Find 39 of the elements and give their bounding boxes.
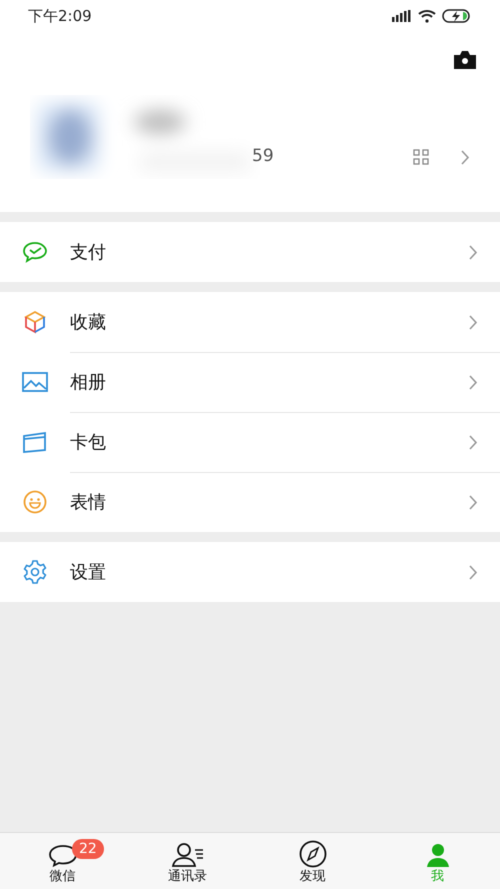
qr-code-icon[interactable] xyxy=(413,149,429,165)
wifi-icon xyxy=(418,9,436,23)
signal-icon xyxy=(392,10,412,22)
compass-icon xyxy=(298,840,326,868)
chevron-right-icon xyxy=(469,244,478,260)
tab[interactable]: 微信 22 xyxy=(0,833,125,889)
menu-label: 卡包 xyxy=(70,430,107,454)
menu-item[interactable]: 相册 xyxy=(0,352,500,412)
menu-label: 设置 xyxy=(70,560,107,584)
menu-item[interactable]: 支付 xyxy=(0,222,500,282)
menu-item[interactable]: 设置 xyxy=(0,542,500,602)
menu-label: 表情 xyxy=(70,490,107,514)
wechat-id: 59 xyxy=(252,145,274,168)
contacts-icon xyxy=(170,842,204,868)
tab[interactable]: 发现 xyxy=(250,833,375,889)
menu-label: 支付 xyxy=(70,240,107,264)
smiley-icon xyxy=(23,490,47,514)
menu-item[interactable]: 表情 xyxy=(0,472,500,532)
landscape-image-icon xyxy=(22,372,48,392)
tab[interactable]: 通讯录 xyxy=(125,833,250,889)
menu-label: 收藏 xyxy=(70,310,107,334)
battery-icon xyxy=(442,9,472,23)
chevron-right-icon xyxy=(469,494,478,510)
chevron-right-icon xyxy=(469,564,478,580)
chevron-right-icon xyxy=(469,314,478,330)
chevron-right-icon[interactable] xyxy=(461,150,470,164)
camera-icon[interactable] xyxy=(452,50,478,70)
menu-item[interactable]: 卡包 xyxy=(0,412,500,472)
card-icon xyxy=(22,431,48,453)
unread-badge: 22 xyxy=(72,839,104,859)
chevron-right-icon xyxy=(469,374,478,390)
chat-bubble-icon xyxy=(22,241,48,263)
chevron-right-icon xyxy=(469,434,478,450)
chat-bubble-icon xyxy=(48,844,78,868)
settings-icon xyxy=(23,560,47,584)
menu-item[interactable]: 收藏 xyxy=(0,292,500,352)
status-time: 下午2:09 xyxy=(28,6,92,27)
cube-icon xyxy=(23,310,47,334)
menu-label: 相册 xyxy=(70,370,107,394)
